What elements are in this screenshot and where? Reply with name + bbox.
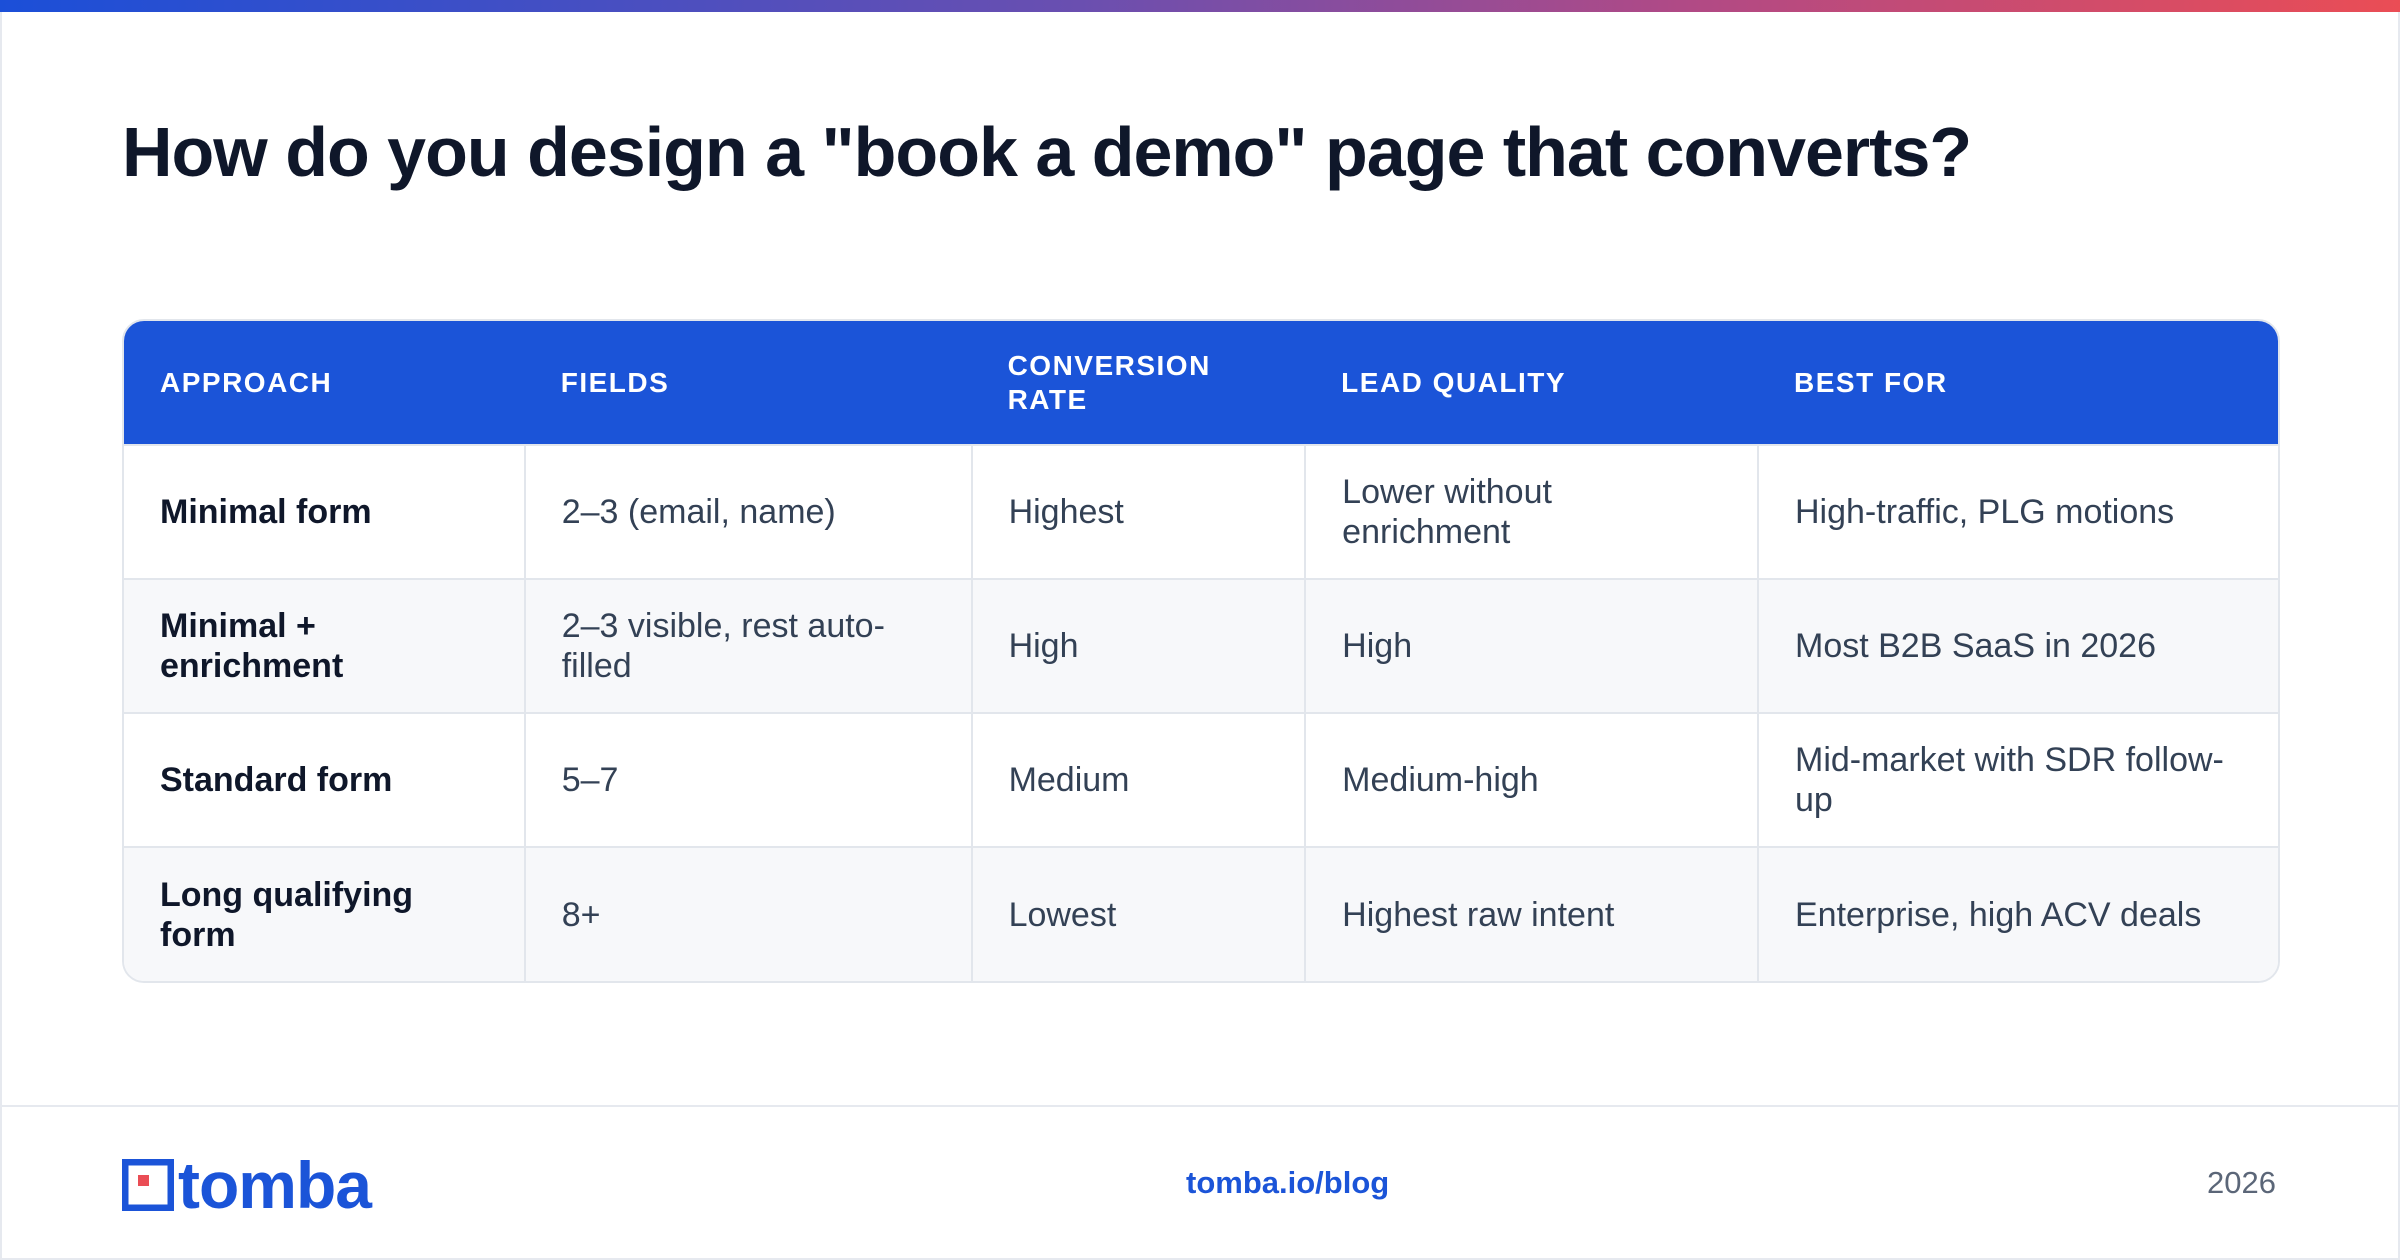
- top-gradient-bar: [0, 0, 2400, 12]
- table-header-row: APPROACH FIELDS CONVERSION RATE LEAD QUA…: [124, 321, 2278, 445]
- tomba-logo-icon: [122, 1159, 174, 1211]
- footer-divider: [0, 1105, 2400, 1107]
- cell-fields: 2–3 (email, name): [523, 444, 972, 579]
- cell-approach: Minimal + enrichment: [124, 578, 525, 713]
- cell-lead-quality: Lower without enrichment: [1304, 444, 1758, 579]
- cell-lead-quality: Medium-high: [1304, 712, 1758, 847]
- cell-conversion-rate: Lowest: [970, 846, 1306, 981]
- header-fields: FIELDS: [560, 366, 670, 398]
- cell-approach: Minimal form: [124, 444, 525, 579]
- table-row: Minimal form 2–3 (email, name) Highest L…: [124, 444, 2278, 579]
- cell-best-for: High-traffic, PLG motions: [1757, 444, 2278, 579]
- cell-conversion-rate: Medium: [970, 712, 1306, 847]
- cell-conversion-rate: High: [970, 578, 1306, 713]
- cell-lead-quality: High: [1304, 578, 1758, 713]
- cell-lead-quality: Highest raw intent: [1304, 846, 1758, 981]
- tomba-logo[interactable]: tomba: [122, 1148, 372, 1222]
- cell-conversion-rate: Highest: [970, 444, 1306, 579]
- header-approach: APPROACH: [160, 366, 333, 398]
- footer-year: 2026: [2207, 1165, 2276, 1200]
- header-conversion-rate: CONVERSION RATE: [1007, 349, 1211, 415]
- comparison-table-grid: APPROACH FIELDS CONVERSION RATE LEAD QUA…: [124, 321, 2278, 981]
- header-best-for: BEST FOR: [1794, 366, 1948, 398]
- cell-approach: Long qualifying form: [124, 846, 525, 981]
- comparison-table: APPROACH FIELDS CONVERSION RATE LEAD QUA…: [122, 319, 2280, 983]
- blog-link[interactable]: tomba.io/blog: [1186, 1165, 1389, 1201]
- logo-wordmark: tomba: [178, 1148, 372, 1222]
- cell-best-for: Mid-market with SDR follow-up: [1757, 712, 2278, 847]
- cell-fields: 5–7: [523, 712, 972, 847]
- table-row: Long qualifying form 8+ Lowest Highest r…: [124, 846, 2278, 981]
- header-lead-quality: LEAD QUALITY: [1341, 366, 1567, 398]
- cell-best-for: Most B2B SaaS in 2026: [1757, 578, 2278, 713]
- page-title: How do you design a "book a demo" page t…: [122, 113, 1972, 191]
- cell-best-for: Enterprise, high ACV deals: [1757, 846, 2278, 981]
- cell-approach: Standard form: [124, 712, 525, 847]
- table-row: Standard form 5–7 Medium Medium-high Mid…: [124, 712, 2278, 847]
- cell-fields: 8+: [523, 846, 972, 981]
- cell-fields: 2–3 visible, rest auto-filled: [523, 578, 972, 713]
- table-row: Minimal + enrichment 2–3 visible, rest a…: [124, 578, 2278, 713]
